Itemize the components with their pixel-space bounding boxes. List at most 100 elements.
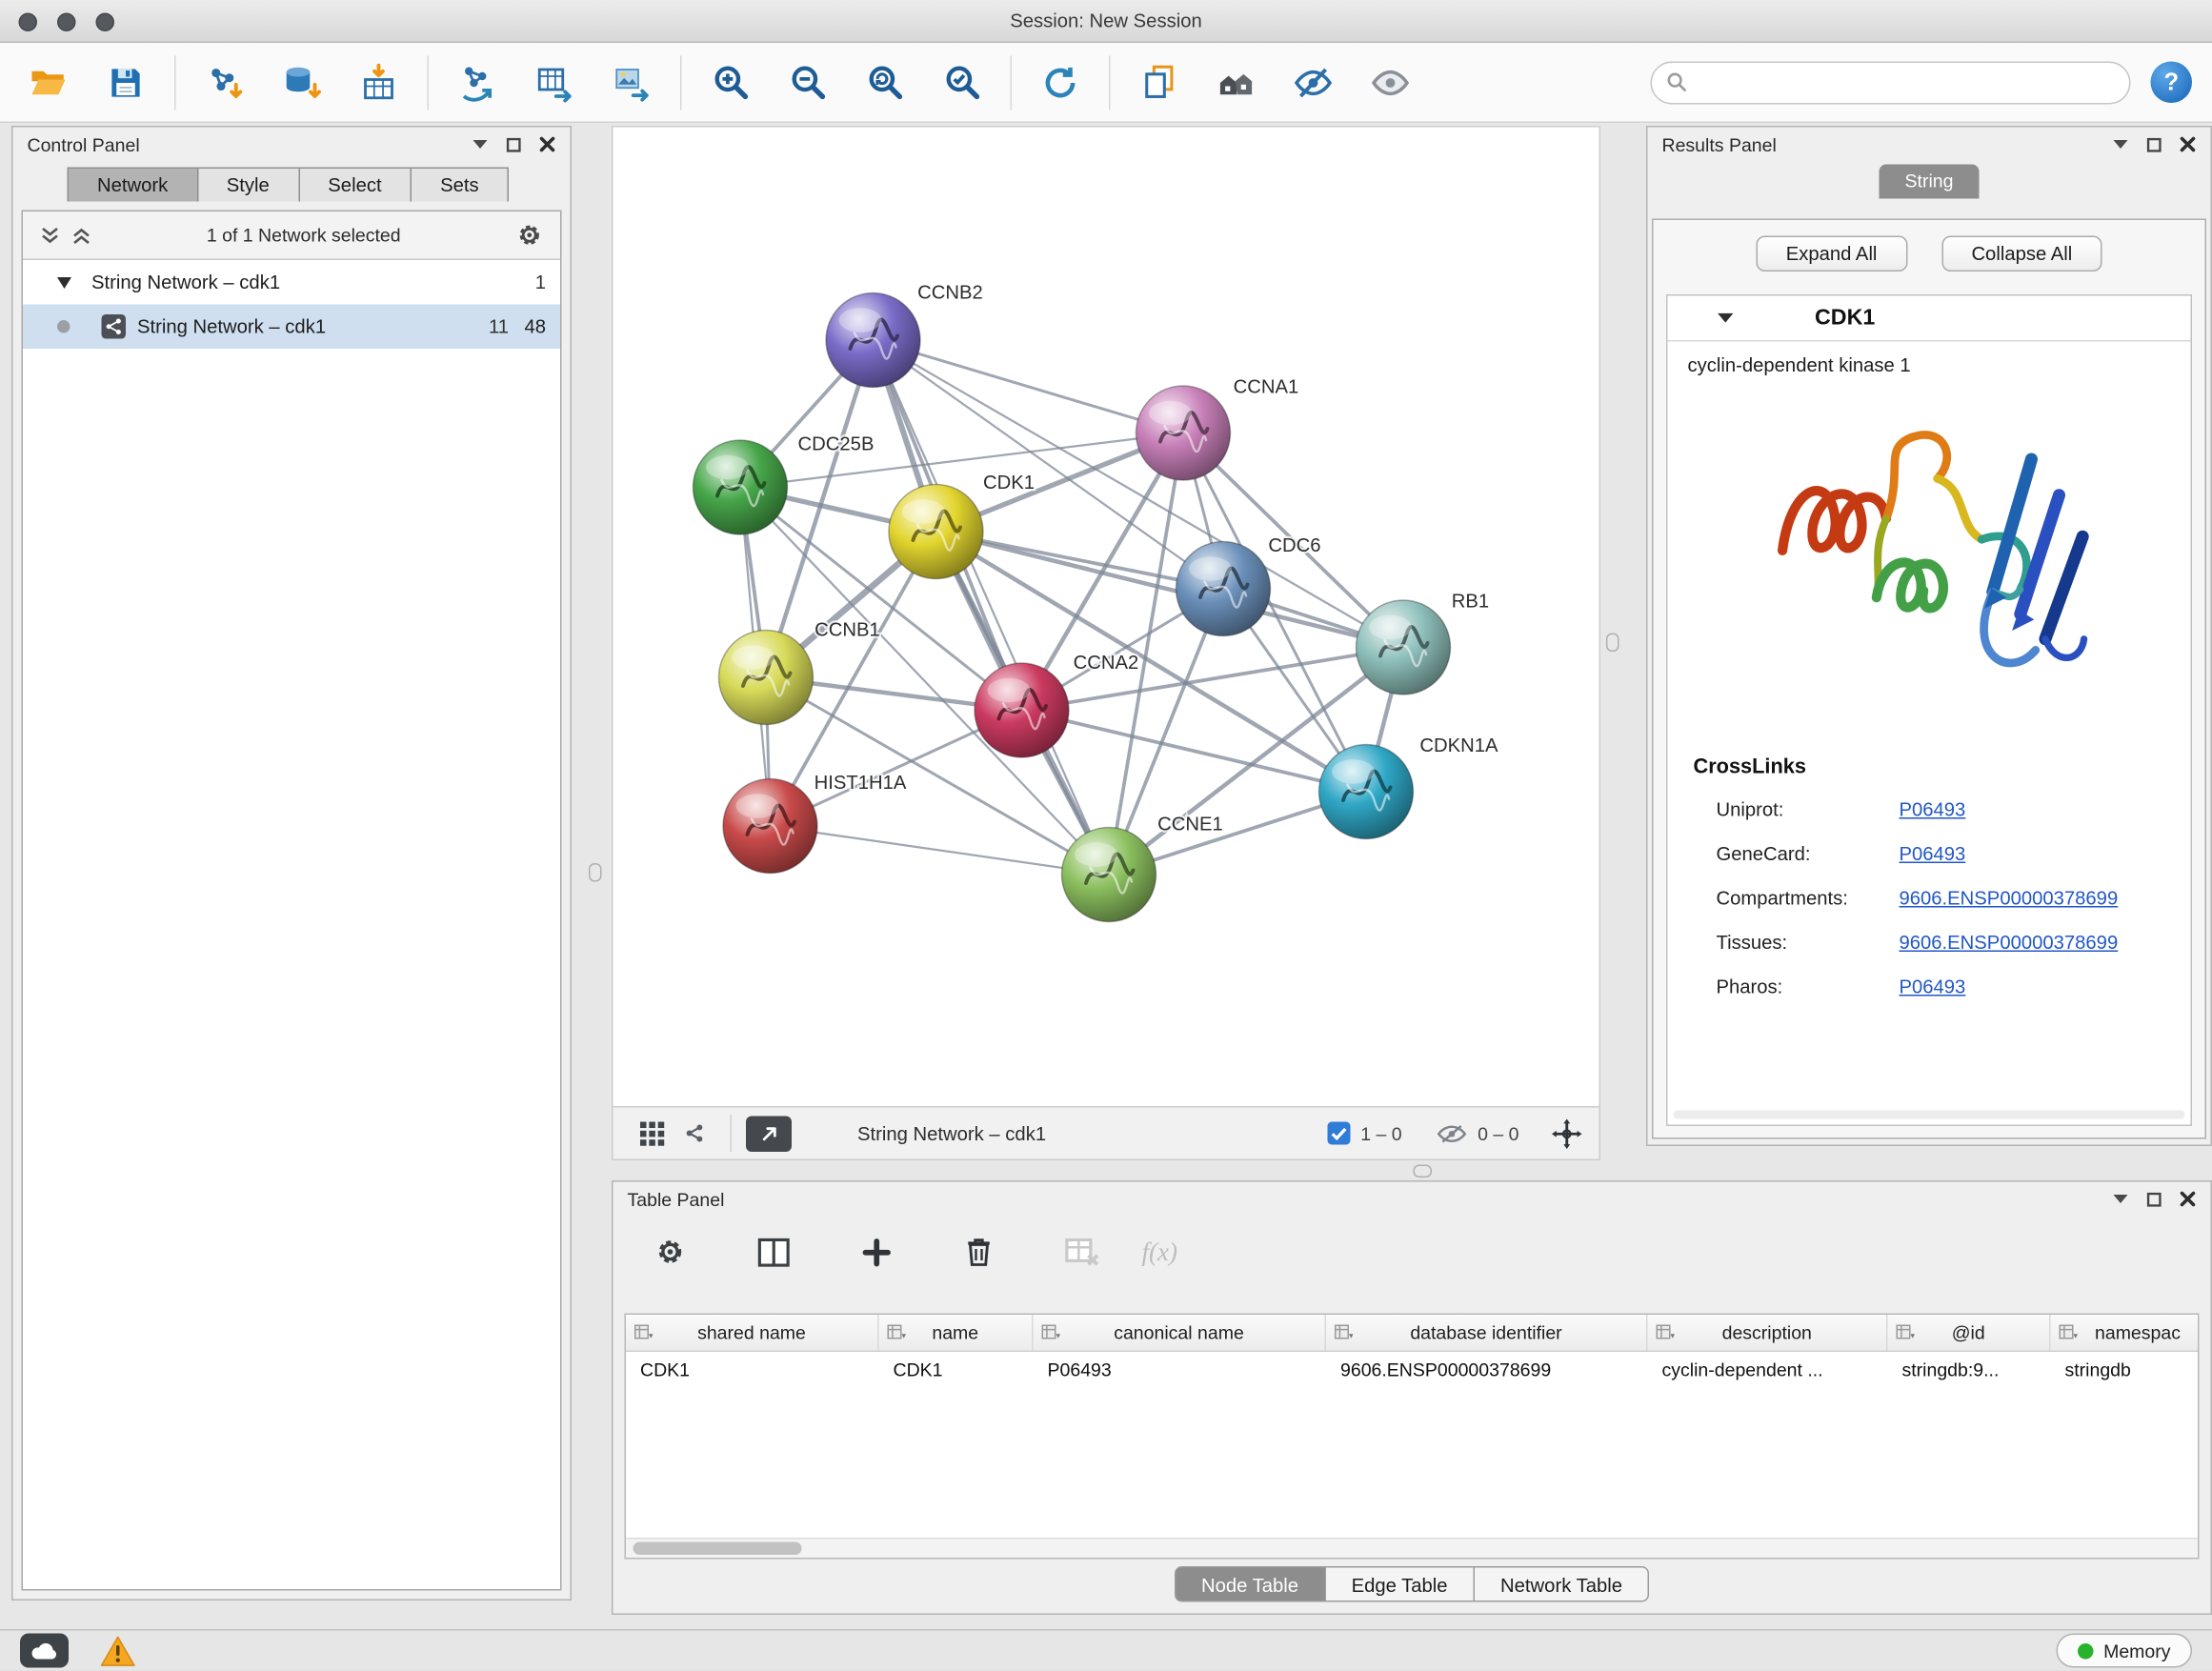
panel-menu-icon[interactable] <box>2112 139 2129 151</box>
results-scrollbar[interactable] <box>1674 1111 2185 1119</box>
birdseye-view-button[interactable] <box>631 1114 674 1154</box>
network-row[interactable]: String Network – cdk1 11 48 <box>23 305 560 350</box>
column-header-namespac[interactable]: namespac <box>2051 1315 2200 1351</box>
column-header-shared-name[interactable]: shared name <box>626 1315 879 1351</box>
panel-menu-icon[interactable] <box>472 139 489 151</box>
grid-icon <box>639 1121 664 1146</box>
column-header-name[interactable]: name <box>879 1315 1034 1351</box>
tab-network-table[interactable]: Network Table <box>1475 1566 1649 1602</box>
zoom-out-button[interactable] <box>779 53 836 111</box>
show-graphics-details-button[interactable] <box>1362 53 1419 111</box>
network-edge[interactable] <box>1022 711 1367 793</box>
network-node-ccnb2[interactable] <box>826 293 920 388</box>
zoom-selected-button[interactable] <box>934 53 991 111</box>
export-image-button[interactable] <box>603 53 660 111</box>
gene-card-header[interactable]: CDK1 <box>1668 296 2191 342</box>
column-header-canonical-name[interactable]: canonical name <box>1034 1315 1327 1351</box>
crosslink-label: Pharos: <box>1717 976 1900 998</box>
zoom-out-icon <box>788 63 827 102</box>
close-panel-icon[interactable] <box>2180 1191 2197 1208</box>
zoom-in-button[interactable] <box>702 53 759 111</box>
network-node-cdc25b[interactable] <box>694 440 788 534</box>
float-panel-icon[interactable] <box>2146 136 2162 152</box>
open-session-button[interactable] <box>20 53 77 111</box>
network-node-cdkn1a[interactable] <box>1319 745 1414 839</box>
tab-sets[interactable]: Sets <box>412 168 509 202</box>
pan-crosshair-icon[interactable] <box>1552 1118 1582 1149</box>
tab-string-results[interactable]: String <box>1880 165 1980 199</box>
expand-all-button[interactable]: Expand All <box>1756 236 1907 272</box>
tab-edge-table[interactable]: Edge Table <box>1326 1566 1475 1602</box>
collapse-all-button[interactable]: Collapse All <box>1941 236 2102 272</box>
delete-column-button[interactable] <box>956 1229 1002 1275</box>
network-node-ccna2[interactable] <box>975 663 1069 757</box>
tab-network[interactable]: Network <box>68 168 198 202</box>
zoom-fit-button[interactable] <box>856 53 914 111</box>
collapse-section-icon[interactable] <box>1717 312 1736 325</box>
float-panel-icon[interactable] <box>2146 1191 2162 1207</box>
column-header-database-identifier[interactable]: database identifier <box>1326 1315 1648 1351</box>
network-view-canvas[interactable]: CCNB2CCNA1CDC25BCDK1CDC6RB1CCNB1CCNA2CDK… <box>612 126 1600 1108</box>
cloud-status-button[interactable] <box>20 1634 69 1668</box>
duplicate-page-button[interactable] <box>1131 53 1188 111</box>
create-column-button[interactable] <box>854 1229 899 1275</box>
expand-all-icon[interactable] <box>71 225 91 245</box>
tab-node-table[interactable]: Node Table <box>1174 1566 1325 1602</box>
tab-style[interactable]: Style <box>198 168 300 202</box>
splitter-handle[interactable] <box>1606 634 1619 653</box>
splitter-handle[interactable] <box>1414 1165 1433 1178</box>
column-header--id[interactable]: @id <box>1888 1315 2051 1351</box>
network-node-ccne1[interactable] <box>1062 828 1156 922</box>
column-header-description[interactable]: description <box>1648 1315 1888 1351</box>
import-network-database-button[interactable] <box>273 53 331 111</box>
network-node-hist1h1a[interactable] <box>723 779 817 874</box>
warnings-button[interactable] <box>100 1635 136 1668</box>
disclosure-triangle-icon[interactable] <box>57 276 71 288</box>
network-node-ccnb1[interactable] <box>719 631 814 725</box>
close-panel-icon[interactable] <box>539 136 556 153</box>
table-row[interactable]: CDK1CDK1P064939606.ENSP00000378699cyclin… <box>626 1352 2198 1389</box>
network-node-rb1[interactable] <box>1357 600 1451 695</box>
crosslink-value-link[interactable]: 9606.ENSP00000378699 <box>1900 888 2119 910</box>
gear-icon[interactable] <box>516 222 544 250</box>
network-collection-row[interactable]: String Network – cdk1 1 <box>23 260 560 305</box>
float-panel-icon[interactable] <box>506 136 522 152</box>
table-settings-button[interactable] <box>648 1229 694 1275</box>
network-edge[interactable] <box>771 826 1110 875</box>
network-overview-button[interactable] <box>1208 53 1265 111</box>
network-edge[interactable] <box>874 340 1184 433</box>
node-edge-view-button[interactable] <box>674 1114 716 1154</box>
crosslink-value-link[interactable]: 9606.ENSP00000378699 <box>1900 932 2119 954</box>
save-session-button[interactable] <box>97 53 154 111</box>
import-table-icon <box>359 62 399 102</box>
selected-checkbox-icon[interactable] <box>1328 1122 1351 1145</box>
network-edge[interactable] <box>936 532 1404 648</box>
splitter-handle[interactable] <box>589 863 602 882</box>
scrollbar-thumb[interactable] <box>633 1542 802 1556</box>
import-table-button[interactable] <box>351 53 408 111</box>
network-edge[interactable] <box>874 340 1110 875</box>
tab-select[interactable]: Select <box>299 168 412 202</box>
open-in-window-button[interactable] <box>746 1116 792 1152</box>
hidden-eye-slash-icon[interactable] <box>1437 1122 1468 1144</box>
search-input[interactable] <box>1697 70 2116 95</box>
close-panel-icon[interactable] <box>2180 136 2197 153</box>
show-columns-button[interactable] <box>751 1229 796 1275</box>
crosslink-value-link[interactable]: P06493 <box>1900 976 1966 998</box>
hide-graphics-details-button[interactable] <box>1285 53 1342 111</box>
panel-menu-icon[interactable] <box>2112 1194 2129 1205</box>
collapse-all-icon[interactable] <box>40 225 60 245</box>
string-network-graph[interactable]: CCNB2CCNA1CDC25BCDK1CDC6RB1CCNB1CCNA2CDK… <box>613 128 1599 1107</box>
new-network-button[interactable] <box>449 53 506 111</box>
import-network-file-button[interactable] <box>196 53 253 111</box>
apply-layout-button[interactable] <box>1032 53 1089 111</box>
network-node-cdk1[interactable] <box>889 485 983 579</box>
network-node-cdc6[interactable] <box>1176 542 1271 636</box>
network-node-ccna1[interactable] <box>1136 386 1231 480</box>
export-table-button[interactable] <box>526 53 583 111</box>
memory-button[interactable]: Memory <box>2057 1634 2192 1668</box>
help-button[interactable]: ? <box>2151 62 2193 104</box>
open-folder-icon <box>29 62 69 102</box>
crosslink-value-link[interactable]: P06493 <box>1900 799 1966 821</box>
crosslink-value-link[interactable]: P06493 <box>1900 843 1966 865</box>
